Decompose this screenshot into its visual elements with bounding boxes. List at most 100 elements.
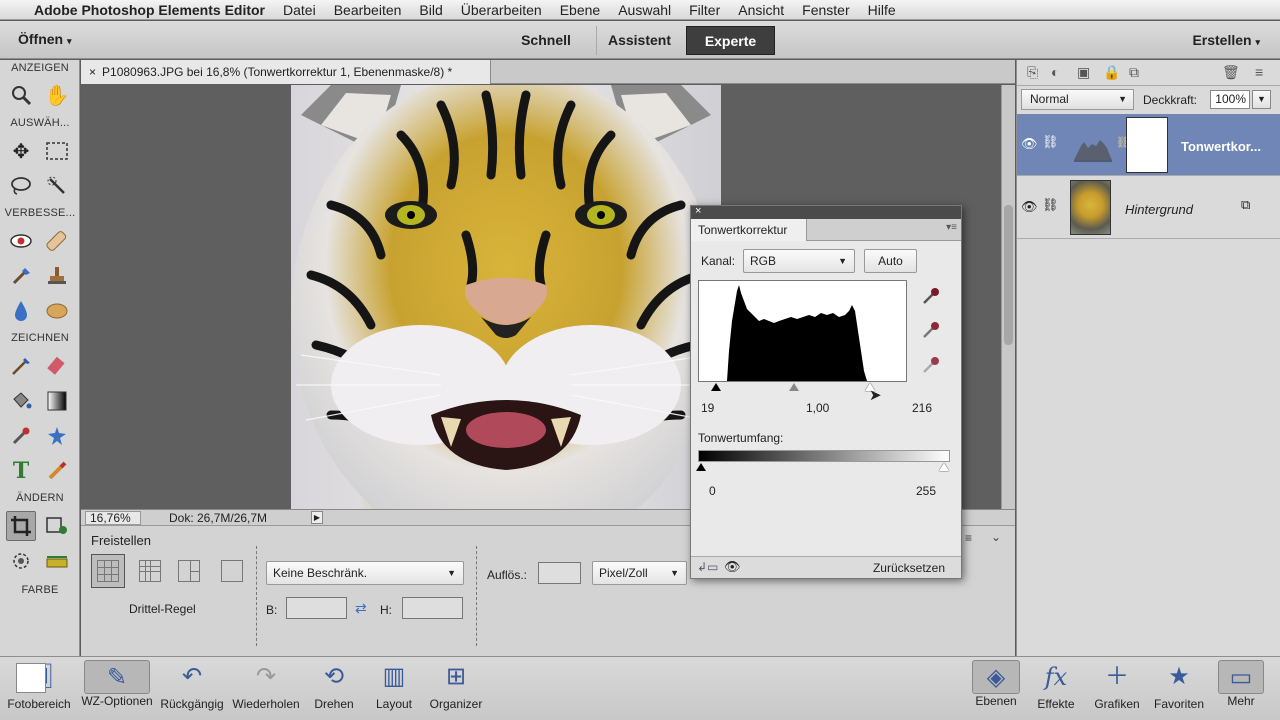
panel-menu-icon[interactable]: ≡ [965, 531, 972, 545]
brush-tool-icon[interactable] [6, 351, 36, 381]
adjustment-layer-icon[interactable]: ◐ [1051, 64, 1059, 80]
crop-tool-icon[interactable] [6, 511, 36, 541]
resolution-field[interactable] [538, 562, 581, 584]
output-black-value[interactable]: 0 [709, 484, 716, 498]
move-tool-icon[interactable]: ✥ [6, 136, 36, 166]
blend-mode-select[interactable]: Normal ▼ [1021, 89, 1134, 110]
layer-row-background[interactable]: 👁 ⛓ Hintergrund ⧉ [1017, 177, 1280, 239]
overlay-golden-ratio-button[interactable] [172, 554, 206, 588]
quick-selection-tool-icon[interactable] [42, 171, 72, 201]
menu-ueberarbeiten[interactable]: Überarbeiten [461, 2, 542, 18]
output-levels-slider[interactable] [696, 462, 950, 472]
undo-button[interactable]: ↶ Rückgängig [156, 657, 228, 720]
sponge-tool-icon[interactable] [42, 296, 72, 326]
rotate-button[interactable]: ⟲ Drehen [304, 657, 364, 720]
layer-row-levels[interactable]: 👁 ⛓ ⛓ Tonwertkor... [1017, 114, 1280, 176]
content-aware-move-icon[interactable] [6, 546, 36, 576]
organizer-button[interactable]: ⊞ Organizer [424, 657, 488, 720]
tool-options-button[interactable]: ✎ WZ-Optionen [78, 657, 156, 720]
visibility-eye-icon[interactable]: 👁 [1021, 199, 1038, 215]
panel-menu-icon[interactable]: ▾≡ [946, 222, 957, 233]
custom-shape-icon[interactable] [42, 421, 72, 451]
healing-brush-icon[interactable] [42, 226, 72, 256]
overlay-grid-button[interactable] [133, 554, 167, 588]
output-white-handle[interactable] [939, 463, 949, 471]
menu-ebene[interactable]: Ebene [560, 2, 600, 18]
menu-filter[interactable]: Filter [689, 2, 720, 18]
tiger-photo[interactable] [291, 85, 721, 509]
layer-thumbnail[interactable] [1070, 180, 1111, 235]
tab-levels[interactable]: Tonwertkorrektur [691, 219, 807, 241]
menu-fenster[interactable]: Fenster [802, 2, 849, 18]
gray-eyedropper-icon[interactable] [921, 320, 941, 345]
menu-hilfe[interactable]: Hilfe [868, 2, 896, 18]
app-name-menu[interactable]: Adobe Photoshop Elements Editor [34, 2, 265, 18]
reset-button[interactable]: Zurücksetzen [873, 561, 945, 575]
trash-icon[interactable]: 🗑 [1222, 64, 1240, 81]
black-eyedropper-icon[interactable] [921, 286, 941, 311]
panel-menu-icon[interactable]: ≡ [1255, 64, 1263, 80]
status-menu-arrow-icon[interactable]: ▶ [311, 511, 323, 524]
document-tab[interactable]: × P1080963.JPG bei 16,8% (Tonwertkorrektu… [81, 60, 491, 84]
width-field[interactable] [286, 597, 347, 619]
marquee-tool-icon[interactable] [42, 136, 72, 166]
link-icon[interactable]: ⛓ [1042, 134, 1059, 150]
effects-button[interactable]: fx Effekte [1026, 657, 1086, 720]
menu-ansicht[interactable]: Ansicht [738, 2, 784, 18]
channel-select[interactable]: RGB ▼ [743, 249, 855, 273]
layer-mask-thumbnail[interactable] [1126, 117, 1168, 173]
menu-bild[interactable]: Bild [419, 2, 442, 18]
lock-icon[interactable]: 🔒 [1103, 64, 1120, 81]
type-tool-icon[interactable]: T [6, 456, 36, 486]
favorites-button[interactable]: ★ Favoriten [1148, 657, 1210, 720]
input-gamma-value[interactable]: 1,00 [806, 401, 829, 415]
tab-guided[interactable]: Assistent [596, 26, 682, 55]
overlay-rule-of-thirds-button[interactable] [91, 554, 125, 588]
paint-bucket-icon[interactable] [6, 386, 36, 416]
gradient-tool-icon[interactable] [42, 386, 72, 416]
white-eyedropper-icon[interactable] [921, 355, 941, 380]
layer-mask-icon[interactable]: ▣ [1077, 64, 1090, 81]
scrollbar-thumb[interactable] [1004, 205, 1013, 345]
menu-datei[interactable]: Datei [283, 2, 316, 18]
auto-button[interactable]: Auto [864, 249, 917, 273]
redo-button[interactable]: ↷ Wiederholen [228, 657, 304, 720]
straighten-tool-icon[interactable] [42, 546, 72, 576]
aspect-ratio-select[interactable]: Keine Beschränk. ▼ [266, 561, 464, 585]
vertical-scrollbar[interactable] [1001, 85, 1015, 509]
output-black-handle[interactable] [696, 463, 706, 471]
tab-expert[interactable]: Experte [686, 26, 775, 55]
close-icon[interactable]: × [89, 65, 96, 79]
chevron-down-icon[interactable]: ▼ [1252, 90, 1271, 109]
layer-name[interactable]: Tonwertkor... [1181, 139, 1261, 154]
close-icon[interactable]: × [695, 205, 701, 217]
chevron-down-icon[interactable]: ⌄ [991, 530, 1001, 544]
recompose-tool-icon[interactable] [42, 511, 72, 541]
open-button[interactable]: Öffnen ▾ [18, 31, 72, 47]
gamma-handle[interactable] [789, 383, 799, 391]
height-field[interactable] [402, 597, 463, 619]
smart-brush-icon[interactable] [6, 261, 36, 291]
swap-dimensions-icon[interactable]: ⇄ [355, 600, 367, 617]
menu-bearbeiten[interactable]: Bearbeiten [334, 2, 402, 18]
panel-title-strip[interactable]: × [691, 205, 961, 219]
foreground-color-swatch[interactable] [16, 663, 46, 693]
tab-quick[interactable]: Schnell [500, 26, 592, 55]
resolution-unit-select[interactable]: Pixel/Zoll ▼ [592, 561, 687, 585]
input-black-value[interactable]: 19 [701, 401, 714, 415]
clip-to-layer-icon[interactable]: ↲▭ [697, 560, 718, 574]
new-layer-icon[interactable]: ⎘ [1027, 64, 1038, 81]
layout-button[interactable]: ▥ Layout [364, 657, 424, 720]
layers-panel-button[interactable]: ◈ Ebenen [966, 657, 1026, 720]
visibility-eye-icon[interactable]: 👁 [1021, 136, 1038, 152]
clone-stamp-icon[interactable] [42, 261, 72, 291]
overlay-none-button[interactable] [215, 554, 249, 588]
zoom-tool-icon[interactable] [6, 80, 36, 110]
eraser-tool-icon[interactable] [42, 351, 72, 381]
menu-auswahl[interactable]: Auswahl [618, 2, 671, 18]
opacity-field[interactable]: 100% [1210, 90, 1250, 109]
graphics-button[interactable]: ＋ Grafiken [1086, 657, 1148, 720]
hand-tool-icon[interactable]: ✋ [42, 80, 72, 110]
eyedropper-tool-icon[interactable] [6, 421, 36, 451]
input-white-value[interactable]: 216 [912, 401, 932, 415]
